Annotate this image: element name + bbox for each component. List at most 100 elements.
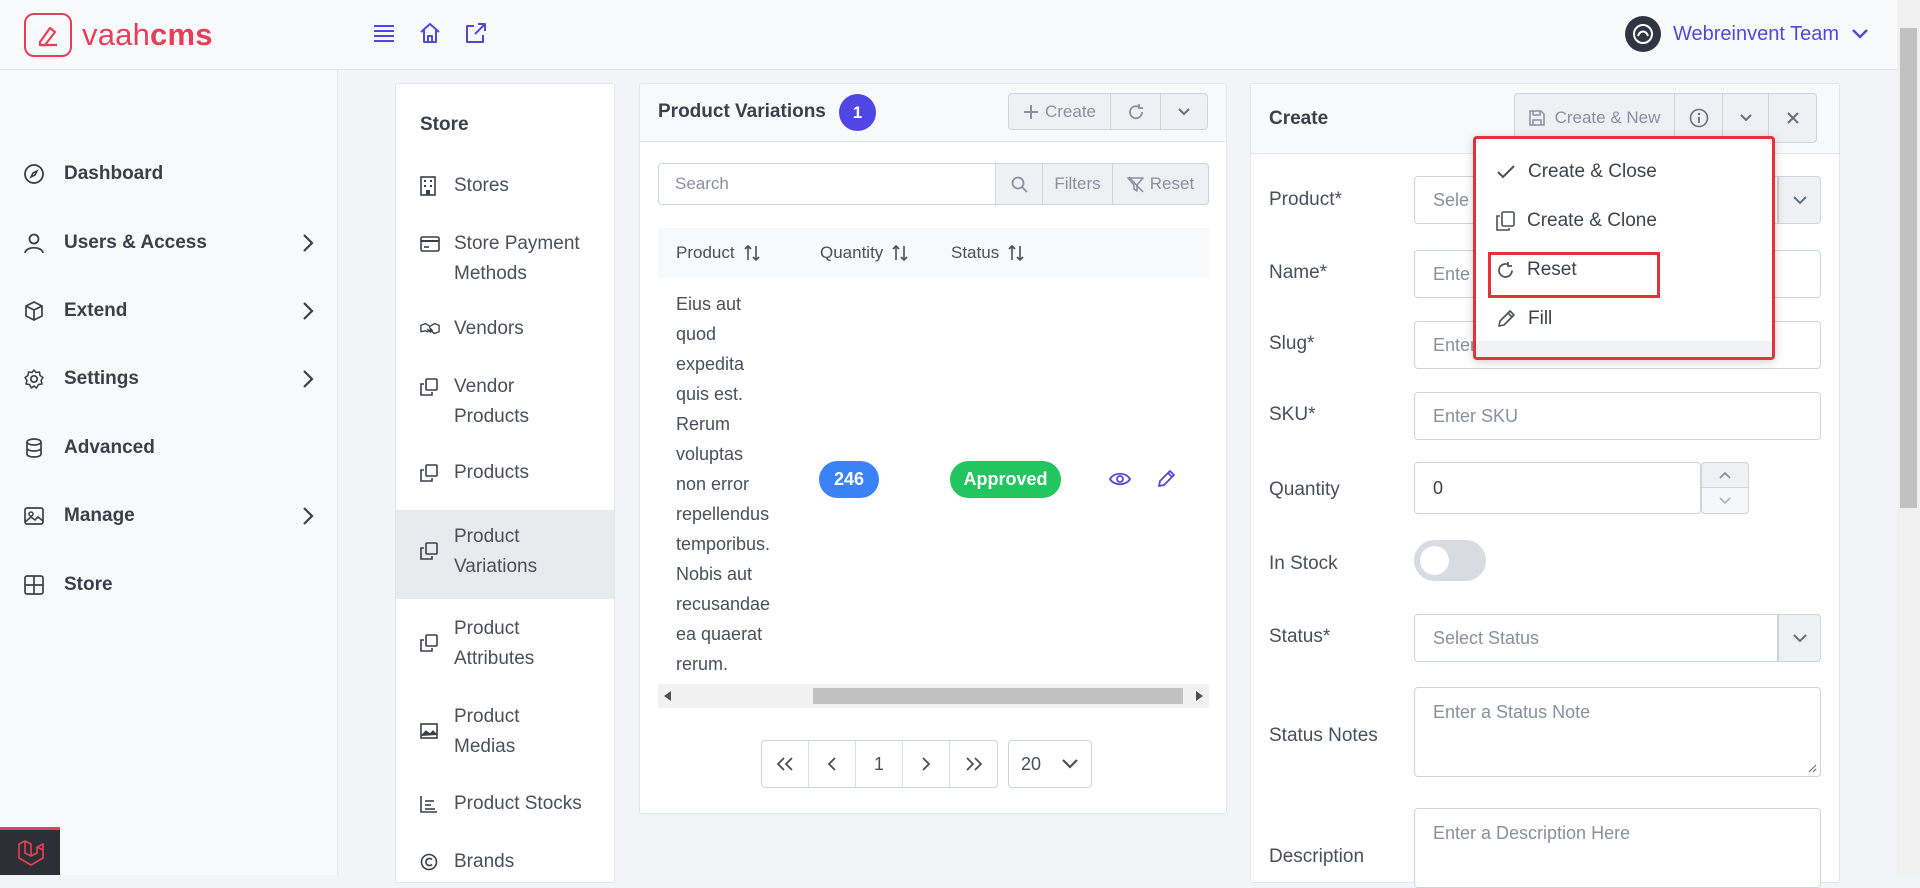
search-bar: Filters Reset bbox=[658, 163, 1209, 205]
scroll-left-icon[interactable] bbox=[664, 691, 672, 701]
previous-page-button[interactable] bbox=[809, 741, 856, 787]
table-row-product-cell: Eius aut quod expedita quis est. Rerum v… bbox=[676, 289, 796, 679]
store-nav-item-product-attributes[interactable]: Product Attributes bbox=[396, 614, 614, 674]
search-input[interactable] bbox=[659, 164, 995, 204]
laravel-icon[interactable] bbox=[0, 827, 60, 875]
column-header-product[interactable]: Product bbox=[676, 228, 761, 278]
database-icon bbox=[22, 436, 46, 460]
menu-item-label: Fill bbox=[1528, 308, 1553, 329]
menu-item-reset[interactable]: Reset bbox=[1496, 259, 1577, 281]
first-page-button[interactable] bbox=[762, 741, 809, 787]
in-stock-toggle[interactable] bbox=[1414, 540, 1486, 581]
list-menu-toggle[interactable] bbox=[1161, 94, 1207, 129]
description-field[interactable]: Enter a Description Here bbox=[1414, 808, 1821, 888]
quantity-stepper[interactable]: 0 bbox=[1414, 462, 1701, 514]
reset-filters-button[interactable]: Reset bbox=[1112, 164, 1208, 204]
page-vertical-scrollbar[interactable] bbox=[1897, 0, 1920, 875]
store-nav-item-store-payment-methods[interactable]: Store Payment Methods bbox=[396, 229, 614, 289]
store-nav-label: Medias bbox=[454, 736, 516, 757]
store-nav-item-products[interactable]: Products bbox=[396, 458, 614, 502]
image-icon bbox=[22, 504, 46, 528]
create-button[interactable]: Create bbox=[1009, 94, 1111, 129]
copy-icon bbox=[1496, 211, 1515, 231]
menu-toggle-icon[interactable] bbox=[372, 20, 396, 46]
search-button[interactable] bbox=[995, 164, 1042, 204]
store-nav-label: Product bbox=[454, 526, 520, 547]
store-nav-item-product-medias[interactable]: Product Medias bbox=[396, 702, 614, 762]
chevron-right-icon bbox=[303, 302, 314, 320]
home-icon[interactable] bbox=[418, 20, 442, 46]
menu-item-fill[interactable]: Fill bbox=[1496, 308, 1552, 330]
chevron-left-icon bbox=[827, 757, 836, 771]
external-link-icon[interactable] bbox=[464, 20, 488, 46]
close-icon bbox=[1786, 112, 1799, 124]
form-menu-toggle[interactable] bbox=[1723, 94, 1769, 142]
store-nav-item-product-stocks[interactable]: Product Stocks bbox=[396, 789, 614, 833]
quantity-badge: 246 bbox=[819, 461, 879, 498]
resize-handle-icon[interactable] bbox=[1807, 763, 1817, 773]
last-page-button[interactable] bbox=[950, 741, 997, 787]
create-and-new-button[interactable]: Create & New bbox=[1515, 94, 1675, 142]
store-nav-item-brands[interactable]: Brands bbox=[396, 847, 614, 883]
menu-item-label: Create & Clone bbox=[1527, 210, 1657, 231]
store-nav-item-product-variations[interactable]: Product Variations bbox=[396, 510, 614, 599]
copy-icon bbox=[420, 372, 440, 402]
sidebar-item-dashboard[interactable]: Dashboard bbox=[0, 151, 338, 197]
store-nav-item-vendors[interactable]: Vendors bbox=[396, 314, 614, 358]
menu-item-create-close[interactable]: Create & Close bbox=[1496, 161, 1657, 183]
sidebar-item-extend[interactable]: Extend bbox=[0, 288, 338, 334]
per-page-select[interactable]: 20 bbox=[1008, 740, 1092, 788]
product-text-line: non error bbox=[676, 474, 750, 494]
close-button[interactable] bbox=[1769, 94, 1816, 142]
grid-icon bbox=[22, 573, 46, 597]
filters-button[interactable]: Filters bbox=[1042, 164, 1112, 204]
plus-icon bbox=[1023, 104, 1038, 119]
decrement-button[interactable] bbox=[1701, 488, 1749, 514]
scrollbar-thumb[interactable] bbox=[813, 688, 1183, 704]
gear-icon bbox=[22, 367, 46, 391]
logo[interactable]: vaahcms bbox=[24, 13, 213, 57]
scrollbar-thumb[interactable] bbox=[1900, 28, 1917, 508]
column-header-quantity[interactable]: Quantity bbox=[820, 228, 909, 278]
increment-button[interactable] bbox=[1701, 462, 1749, 488]
copy-icon bbox=[420, 536, 440, 566]
chevron-down-icon bbox=[1852, 29, 1868, 39]
view-icon[interactable] bbox=[1109, 470, 1131, 488]
sidebar-item-settings[interactable]: Settings bbox=[0, 356, 338, 402]
store-nav-item-vendor-products[interactable]: Vendor Products bbox=[396, 372, 614, 432]
sidebar-item-store[interactable]: Store bbox=[0, 562, 338, 608]
chevron-right-icon bbox=[303, 234, 314, 252]
list-header: Product Variations 1 Create bbox=[640, 84, 1226, 142]
store-nav-label: Products bbox=[454, 406, 529, 427]
menu-item-create-clone[interactable]: Create & Clone bbox=[1496, 210, 1657, 232]
chevron-down-icon bbox=[1178, 107, 1190, 115]
store-nav-label: Products bbox=[454, 462, 529, 483]
sku-label: SKU* bbox=[1269, 404, 1316, 425]
info-button[interactable] bbox=[1675, 94, 1723, 142]
column-header-status[interactable]: Status bbox=[951, 228, 1025, 278]
next-page-button[interactable] bbox=[903, 741, 950, 787]
horizontal-scrollbar[interactable] bbox=[658, 684, 1209, 708]
sku-field[interactable]: Enter SKU bbox=[1414, 392, 1821, 440]
product-text-line: Rerum bbox=[676, 414, 731, 434]
per-page-value: 20 bbox=[1021, 753, 1042, 774]
sidebar-item-label: Users & Access bbox=[64, 232, 207, 253]
name-label: Name* bbox=[1269, 262, 1328, 283]
status-dropdown-button[interactable] bbox=[1778, 614, 1821, 662]
store-nav-item-stores[interactable]: Stores bbox=[396, 171, 614, 215]
page-number-button[interactable]: 1 bbox=[856, 741, 903, 787]
scroll-right-icon[interactable] bbox=[1195, 691, 1203, 701]
sidebar-item-users-access[interactable]: Users & Access bbox=[0, 220, 338, 266]
sidebar-item-advanced[interactable]: Advanced bbox=[0, 425, 338, 471]
user-menu[interactable]: Webreinvent Team bbox=[1624, 16, 1869, 52]
edit-pencil-icon[interactable] bbox=[1156, 469, 1176, 489]
reload-button[interactable] bbox=[1111, 94, 1161, 129]
product-dropdown-button[interactable] bbox=[1778, 176, 1821, 224]
create-and-new-label: Create & New bbox=[1554, 108, 1661, 127]
status-select[interactable]: Select Status bbox=[1414, 614, 1778, 662]
sidebar-item-manage[interactable]: Manage bbox=[0, 493, 338, 539]
status-notes-field[interactable]: Enter a Status Note bbox=[1414, 687, 1821, 777]
menu-item-label: Create & Close bbox=[1528, 161, 1657, 182]
toggle-knob bbox=[1420, 546, 1449, 575]
store-nav-title: Store bbox=[420, 114, 469, 135]
